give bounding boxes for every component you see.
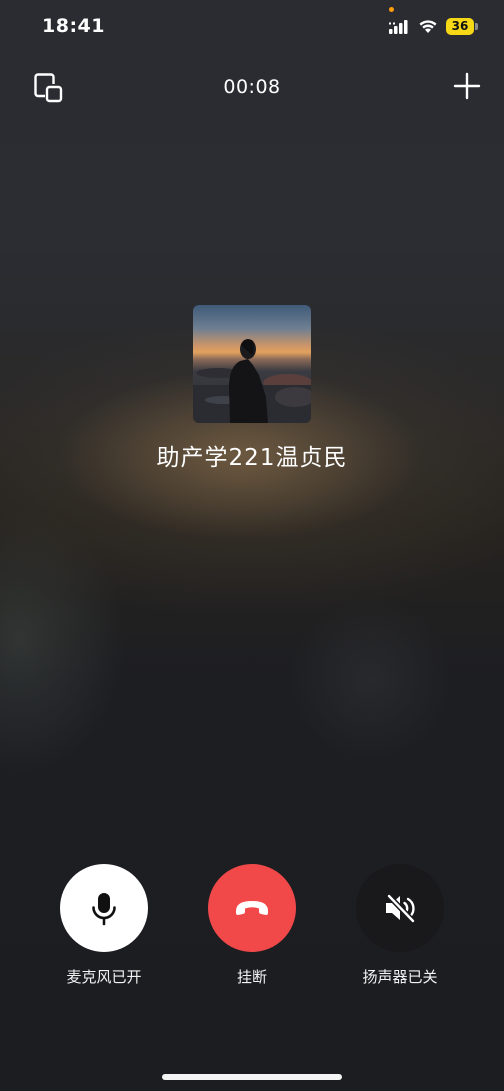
caller-name: 助产学221温贞民 — [156, 445, 348, 471]
microphone-toggle-button[interactable] — [60, 864, 148, 952]
microphone-icon — [92, 893, 116, 926]
speaker-toggle-label: 扬声器已关 — [362, 968, 438, 986]
add-participant-button[interactable] — [452, 71, 482, 101]
home-indicator[interactable] — [162, 1074, 342, 1080]
battery-icon: 36 — [446, 18, 480, 35]
float-window-button[interactable] — [33, 72, 65, 104]
hang-up-label: 挂断 — [236, 968, 267, 986]
microphone-toggle-label: 麦克风已开 — [66, 968, 142, 986]
status-bar: 18:41 36 — [0, 0, 504, 54]
speaker-muted-icon — [386, 893, 416, 924]
hang-up-icon — [236, 901, 268, 915]
wifi-icon — [418, 18, 438, 34]
caller-avatar — [193, 305, 311, 423]
plus-icon — [453, 72, 481, 100]
hang-up-button[interactable] — [208, 864, 296, 952]
avatar-photo — [193, 339, 311, 423]
battery-cap — [475, 23, 478, 30]
battery-level: 36 — [446, 18, 474, 35]
status-time: 18:41 — [42, 15, 105, 37]
speaker-toggle-button[interactable] — [356, 864, 444, 952]
signal-icon — [389, 19, 411, 34]
privacy-indicator-dot — [389, 7, 394, 12]
call-duration: 00:08 — [223, 76, 281, 98]
float-window-icon — [34, 73, 63, 103]
